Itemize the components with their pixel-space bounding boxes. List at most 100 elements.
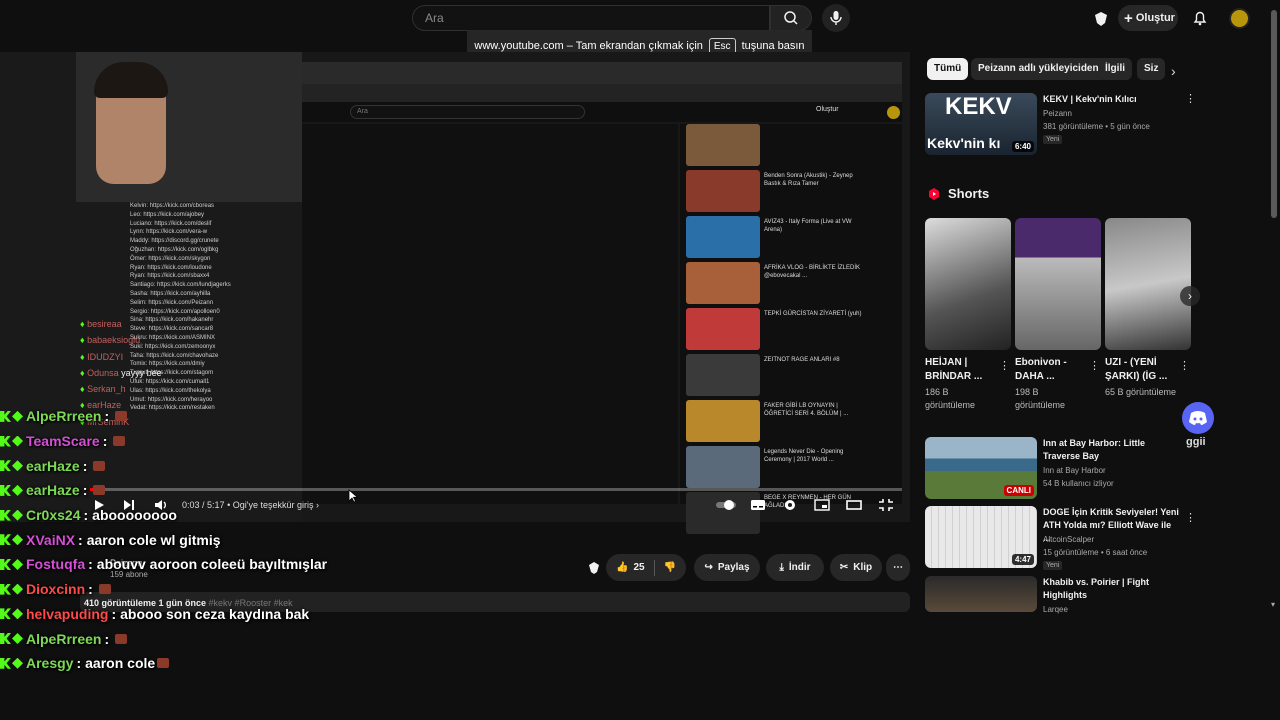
inner-recommendation [686, 124, 898, 168]
exit-fullscreen-icon[interactable] [878, 498, 896, 512]
inner-rec-thumbnail [686, 216, 760, 258]
shorts-label: Shorts [948, 186, 990, 201]
filter-chip[interactable]: Tümü [927, 58, 969, 80]
inner-recommendation: FAKER GİBİ LB OYNAYIN | ÖĞRETİCİ SERİ 4.… [686, 400, 898, 444]
filter-chip[interactable]: Siz [1137, 58, 1166, 80]
voice-search-button[interactable] [822, 4, 850, 32]
inner-create-label: Oluştur [816, 106, 839, 113]
more-vertical-icon[interactable]: ⋮ [1185, 93, 1196, 105]
autoplay-toggle[interactable] [716, 498, 738, 512]
more-vertical-icon[interactable]: ⋮ [1089, 360, 1100, 372]
more-actions-button[interactable]: ⋯ [886, 554, 910, 581]
chat-badges [0, 657, 23, 669]
diamond-badge-icon [12, 410, 23, 422]
mouse-cursor-icon [348, 489, 359, 503]
chat-colon: : [104, 630, 110, 647]
inner-address-bar [302, 84, 902, 102]
miniplayer-icon[interactable] [814, 498, 832, 512]
search-button[interactable] [770, 5, 812, 31]
chat-badges [0, 534, 23, 546]
inner-recommendation: Legends Never Die - Opening Ceremony | 2… [686, 446, 898, 490]
inner-rec-title: AFRİKA VLOG - BİRLİKTE İZLEDİK @ebovecak… [764, 265, 861, 279]
diamond-badge-icon [12, 558, 23, 570]
inner-recommendation: ZEITNOT RAGE ANLARI #8 [686, 354, 898, 398]
chat-username: TeamScare [26, 433, 100, 450]
short-item-0[interactable]: HEİJAN | BRİNDAR ... 186 B görüntüleme ⋮ [925, 218, 1011, 412]
kick-k-icon [0, 435, 11, 447]
kick-k-icon [0, 608, 11, 620]
chat-username: AlpeRrreen [26, 408, 102, 425]
subtitles-icon[interactable] [750, 498, 768, 512]
inner-rec-thumbnail [686, 446, 760, 488]
download-button[interactable]: ⤓ İndir [766, 554, 824, 581]
chat-message: XVaiNX: aaron cole wl gitmiş [0, 527, 340, 552]
scrollbar[interactable] [1271, 10, 1277, 218]
chat-username: Aresgy [26, 655, 74, 672]
chevron-right-icon[interactable]: › [1171, 63, 1176, 79]
create-button[interactable]: + Oluştur [1118, 5, 1178, 31]
search-input[interactable]: Ara [412, 5, 770, 31]
filter-chip[interactable]: İlgili [1098, 58, 1132, 80]
chat-text: abouvv aoroon coleeü bayıltmışlar [96, 556, 328, 573]
inner-tab-bar [302, 62, 902, 84]
settings-gear-icon[interactable] [782, 498, 800, 512]
inner-rec-title: ZEITNOT RAGE ANLARI #8 [764, 357, 840, 363]
more-vertical-icon[interactable]: ⋮ [1185, 512, 1196, 524]
toast-suffix: tuşuna basın [741, 40, 805, 52]
theater-mode-icon[interactable] [846, 498, 864, 512]
notifications-bell-icon[interactable] [1190, 8, 1210, 28]
chat-badges [0, 410, 23, 422]
chat-text: abooo son ceza kaydına bak [120, 605, 310, 622]
kick-k-icon [0, 534, 11, 546]
inner-rec-thumbnail [686, 262, 760, 304]
chat-username: Dioxcinn [26, 581, 86, 598]
cast-icon[interactable] [1092, 10, 1110, 28]
more-vertical-icon[interactable]: ⋮ [999, 360, 1010, 372]
chat-badges [0, 509, 23, 521]
chat-message: Cr0xs24: aboooooooo [0, 503, 340, 528]
chat-username: Odunsa [87, 367, 119, 378]
like-count: 25 [633, 562, 645, 573]
streamer-hair [94, 62, 168, 98]
short-item-2[interactable]: UZI - (YENİ ŞARKI) (İG ... 65 B görüntül… [1105, 218, 1191, 399]
chat-message: Dioxcinn: [0, 577, 340, 602]
emote-icon [93, 485, 106, 496]
sidebar-video-3[interactable]: Khabib vs. Poirier | Fight Highlights La… [925, 576, 1195, 616]
chat-message-faint: ♦ besireaa [80, 316, 240, 332]
command-line: Ryan: https://kick.com/sbaxx4 [130, 273, 210, 280]
kick-k-icon [0, 583, 11, 595]
chat-username: XVaiNX [26, 531, 76, 548]
download-icon: ⤓ [779, 562, 784, 573]
chat-username: Serkan_h [87, 384, 126, 395]
thumbs-down-icon[interactable]: 👎 [664, 562, 676, 573]
emote-icon [98, 584, 111, 595]
chat-message: TeamScare: [0, 429, 340, 454]
download-label: İndir [788, 562, 811, 573]
sidebar-video-2[interactable]: 4:47 DOGE İçin Kritik Seviyeler! Yeni AT… [925, 506, 1196, 570]
shorts-icon [929, 187, 939, 200]
share-button[interactable]: ↪ Paylaş [694, 554, 760, 581]
streamer-webcam [76, 52, 302, 202]
inner-rec-title: Legends Never Die - Opening Ceremony | 2… [764, 449, 844, 463]
cast-to-tv-icon[interactable] [587, 561, 601, 580]
diamond-badge-icon [12, 608, 23, 620]
command-line: Kelvin: https://kick.com/cboreas [130, 203, 215, 209]
share-icon: ↪ [704, 562, 713, 573]
shorts-next-chevron-icon[interactable]: › [1180, 286, 1200, 306]
filter-chip[interactable]: Peizann adlı yükleyiciden [971, 58, 1106, 80]
account-avatar[interactable] [1229, 8, 1250, 29]
like-button[interactable]: 👍 25 [616, 562, 645, 573]
video-meta: 54 B kullanıcı izliyor [1043, 479, 1114, 488]
chat-colon: : [88, 556, 93, 573]
sidebar-video-1[interactable]: CANLI Inn at Bay Harbor: Little Traverse… [925, 437, 1195, 499]
sidebar-video-0[interactable]: KEKV Kekv'nin kı 6:40 KEKV | Kekv'nin Kı… [925, 93, 1196, 155]
clip-button[interactable]: ✂ Klip [830, 554, 882, 581]
chat-colon: : [104, 408, 110, 425]
emote-icon [157, 658, 170, 669]
divider [653, 559, 655, 576]
short-item-1[interactable]: Ebonivon - DAHA ... 198 B görüntüleme ⋮ [1015, 218, 1101, 412]
more-vertical-icon[interactable]: ⋮ [1179, 360, 1190, 372]
video-channel: Peizann [1043, 109, 1072, 118]
scroll-down-icon[interactable]: ▾ [1271, 600, 1275, 609]
kick-k-icon [0, 558, 11, 570]
